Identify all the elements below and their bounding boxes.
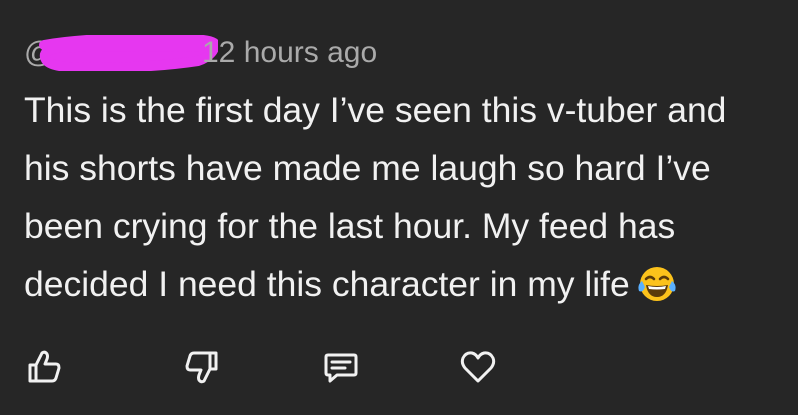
comment-card: @ 12 hours ago This is the first day I’v… bbox=[0, 0, 798, 415]
comment-line: This is the first day I’ve seen this v-t… bbox=[24, 90, 727, 130]
comment-line: decided I need this character in my life bbox=[24, 264, 630, 304]
dislike-button[interactable] bbox=[180, 345, 224, 389]
heart-icon bbox=[460, 351, 496, 383]
redaction-scribble bbox=[39, 35, 218, 71]
like-button[interactable] bbox=[22, 345, 66, 389]
comment-actions bbox=[0, 345, 798, 395]
reply-button[interactable] bbox=[319, 345, 363, 389]
comment-header: @ 12 hours ago bbox=[24, 33, 377, 73]
heart-button[interactable] bbox=[456, 345, 500, 389]
comment-line: been crying for the last hour. My feed h… bbox=[24, 206, 676, 246]
tears-of-joy-emoji-icon bbox=[636, 263, 678, 322]
thumbs-down-icon bbox=[185, 351, 218, 384]
thumbs-up-icon bbox=[28, 350, 61, 383]
comment-icon bbox=[324, 353, 358, 383]
comment-line: his shorts have made me laugh so hard I’… bbox=[24, 148, 711, 188]
comment-timestamp[interactable]: 12 hours ago bbox=[202, 33, 377, 73]
comment-text: This is the first day I’ve seen this v-t… bbox=[24, 81, 794, 322]
